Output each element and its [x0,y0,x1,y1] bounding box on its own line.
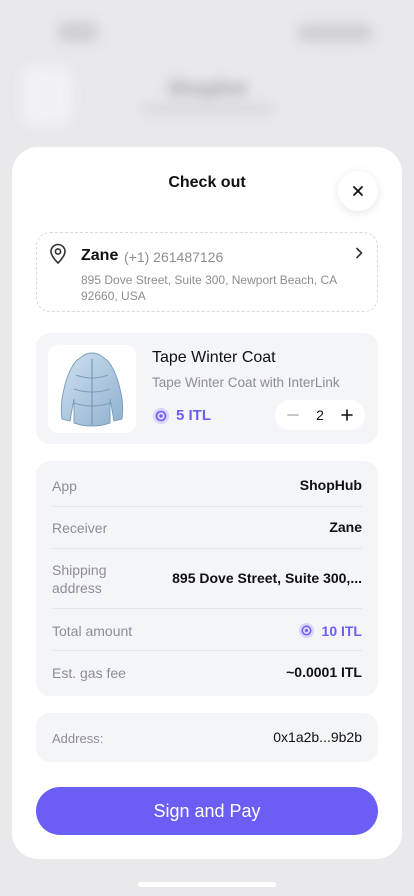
sign-and-pay-button[interactable]: Sign and Pay [36,787,378,835]
detail-row-receiver: Receiver Zane [52,507,362,549]
detail-label: App [52,478,77,494]
detail-value: Zane [329,519,362,535]
coat-image [60,352,124,427]
order-details: App ShopHub Receiver Zane Shipping addre… [36,461,378,696]
product-name: Tape Winter Coat [152,349,276,366]
quantity-stepper: 2 [275,400,365,430]
wallet-address-label: Address: [52,731,104,746]
detail-row-shipping: Shipping address 895 Dove Street, Suite … [52,549,362,609]
status-bar [0,22,414,46]
product-price: 5 ITL [176,407,212,424]
product-card: Tape Winter Coat Tape Winter Coat with I… [36,333,378,444]
checkout-sheet: Check out Zane (+1) 261487126 895 Dove S… [12,147,402,859]
status-icons [298,24,372,42]
increase-quantity-button[interactable] [337,405,357,425]
detail-value: ~0.0001 ITL [286,664,362,680]
sheet-header: Check out [12,147,402,235]
detail-value: 895 Dove Street, Suite 300,... [172,570,362,586]
status-time [58,22,98,42]
close-icon [353,186,363,196]
product-description: Tape Winter Coat with InterLink [152,375,340,390]
background-subtitle [140,104,274,114]
product-image [48,345,136,433]
detail-label: Receiver [52,520,108,536]
detail-value: ShopHub [299,477,362,493]
detail-row-gas-fee: Est. gas fee ~0.0001 ITL [52,651,362,696]
detail-label: Est. gas fee [52,665,126,681]
shipping-address-card[interactable]: Zane (+1) 261487126 895 Dove Street, Sui… [36,232,378,312]
close-button[interactable] [338,171,378,211]
chevron-right-icon [356,247,363,259]
detail-value: 10 ITL [321,623,362,639]
address-name: Zane [81,247,119,264]
plus-icon [341,409,353,421]
location-pin-icon [50,243,66,265]
address-phone: (+1) 261487126 [124,249,224,265]
background-title: Shoplist [167,78,247,100]
wallet-address-card: Address: 0x1a2b...9b2b [36,713,378,762]
address-lines: 895 Dove Street, Suite 300, Newport Beac… [81,273,337,303]
detail-label: Total amount [52,623,133,639]
detail-label: Shipping address [52,562,107,596]
detail-row-app: App ShopHub [52,461,362,507]
detail-row-total: Total amount 10 ITL [52,609,362,651]
wallet-address-value: 0x1a2b...9b2b [273,729,362,745]
home-indicator [138,882,276,887]
itl-token-icon [153,408,169,424]
itl-token-icon [298,622,315,639]
